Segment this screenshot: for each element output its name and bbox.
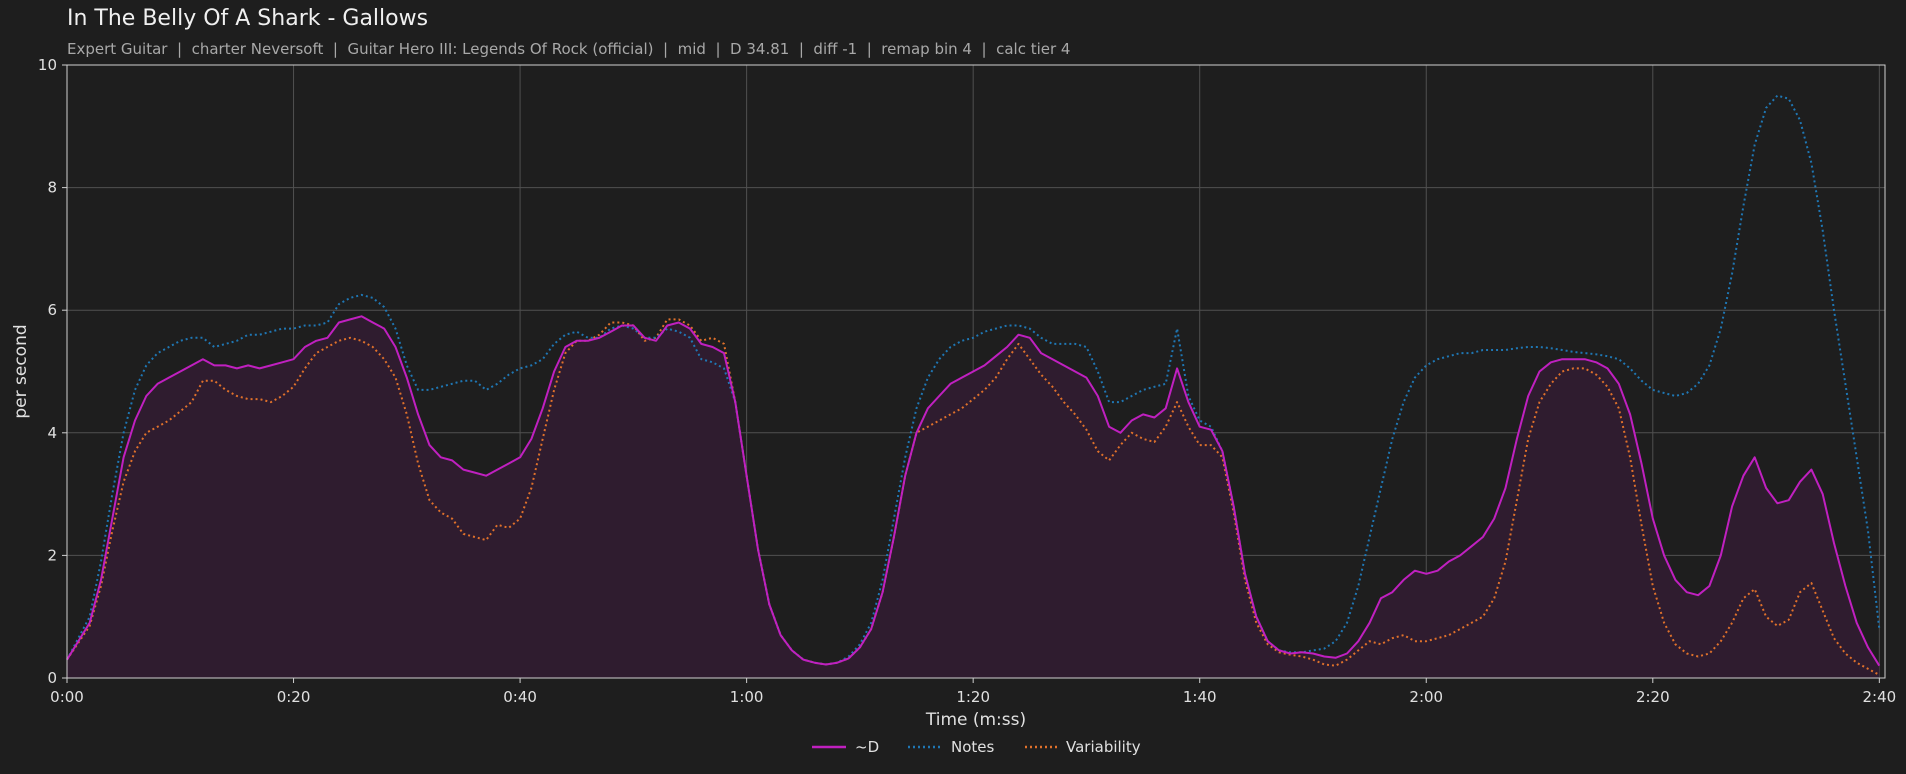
- y-tick-label: 0: [47, 669, 57, 687]
- x-tick-label: 2:00: [1409, 688, 1443, 706]
- x-axis-label: Time (m:ss): [925, 710, 1026, 730]
- y-tick-label: 4: [47, 424, 57, 442]
- x-tick-label: 0:00: [50, 688, 84, 706]
- y-tick-label: 10: [38, 56, 57, 74]
- x-tick-label: 0:20: [277, 688, 311, 706]
- x-tick-label: 1:40: [1183, 688, 1217, 706]
- x-tick-label: 2:40: [1862, 688, 1896, 706]
- legend[interactable]: ~D Notes Variability: [812, 738, 1141, 756]
- chart-plot: 0:00 0:20 0:40 1:00 1:20 1:40 2:00 2:20 2:40 0 2 4 6…: [11, 56, 1896, 756]
- x-tick-label: 2:20: [1636, 688, 1670, 706]
- x-tick-label: 0:40: [503, 688, 537, 706]
- y-tick-label: 2: [47, 546, 57, 564]
- x-tick-label: 1:00: [730, 688, 764, 706]
- legend-label-notes: Notes: [951, 738, 995, 756]
- y-axis-label: per second: [11, 324, 31, 418]
- x-tick-label: 1:20: [956, 688, 990, 706]
- legend-label-variability: Variability: [1066, 738, 1141, 756]
- y-tick-label: 6: [47, 301, 57, 319]
- y-tick-label: 8: [47, 179, 57, 197]
- legend-label-d: ~D: [855, 738, 879, 756]
